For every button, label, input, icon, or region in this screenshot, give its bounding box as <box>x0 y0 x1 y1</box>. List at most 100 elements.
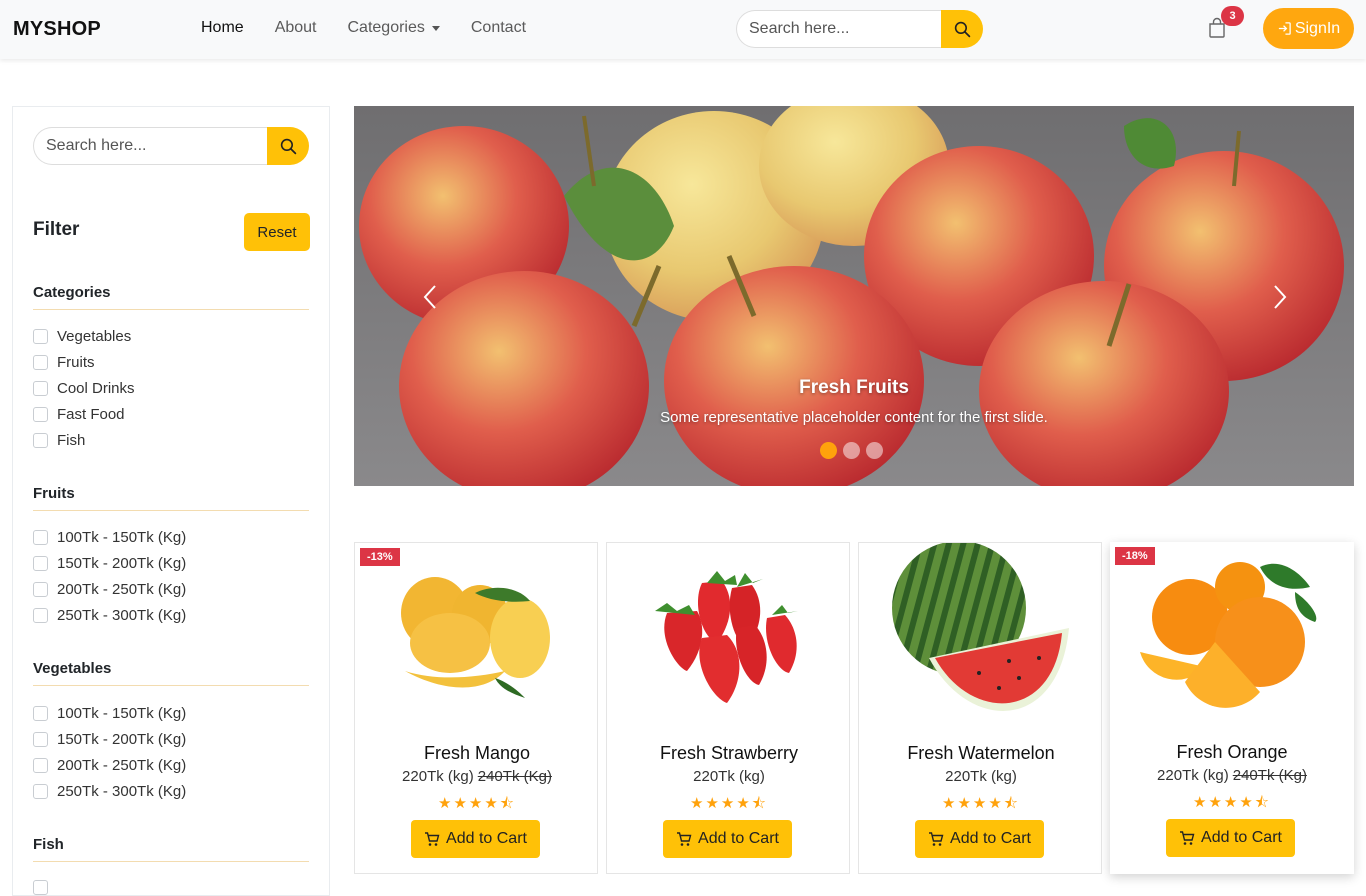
price: 220Tk (kg) <box>693 768 765 785</box>
filter-option-label: 250Tk - 300Tk (Kg) <box>57 783 187 800</box>
product-name[interactable]: Fresh Orange <box>1110 742 1354 763</box>
add-to-cart-label: Add to Cart <box>698 830 779 847</box>
price: 220Tk (kg) <box>945 768 1017 785</box>
checkbox[interactable] <box>33 329 48 344</box>
carousel-next-icon[interactable] <box>1264 282 1294 312</box>
top-navbar: MYSHOP Home About Categories Contact 3 S… <box>0 0 1366 59</box>
filter-option[interactable]: 250Tk - 300Tk (Kg) <box>33 607 186 624</box>
orange-image <box>1140 562 1317 708</box>
checkbox[interactable] <box>33 758 48 773</box>
filter-option[interactable]: Fast Food <box>33 406 125 423</box>
add-to-cart-label: Add to Cart <box>950 830 1031 847</box>
filter-option[interactable]: Vegetables <box>33 328 131 345</box>
checkbox[interactable] <box>33 784 48 799</box>
filter-option-label: Fruits <box>57 354 95 371</box>
watermelon-image <box>892 543 1069 711</box>
checkbox[interactable] <box>33 407 48 422</box>
old-price: 240Tk (Kg) <box>477 768 552 785</box>
carousel-caption-text: Some representative placeholder content … <box>660 409 1048 426</box>
carousel-caption-title: Fresh Fruits <box>799 377 909 398</box>
old-price: 240Tk (Kg) <box>1232 767 1307 784</box>
add-to-cart-button[interactable]: Add to Cart <box>663 820 792 858</box>
filter-option[interactable]: 250Tk - 300Tk (Kg) <box>33 783 186 800</box>
carousel-dot[interactable] <box>866 442 883 459</box>
filter-option[interactable]: Fish <box>33 432 85 449</box>
checkbox[interactable] <box>33 381 48 396</box>
filter-option[interactable]: Fruits <box>33 354 95 371</box>
rating-stars: ★★★★⯪ <box>1193 794 1271 811</box>
product-name[interactable]: Fresh Watermelon <box>859 743 1101 764</box>
apples-slide-image <box>354 106 1354 486</box>
cart-icon <box>425 831 440 846</box>
add-to-cart-button[interactable]: Add to Cart <box>1166 819 1295 857</box>
filter-option[interactable] <box>33 880 57 895</box>
filter-option[interactable]: Cool Drinks <box>33 380 135 397</box>
product-card: -18% Fresh Orange 220Tk (kg) 240Tk (Kg) ★… <box>1110 542 1354 874</box>
filter-option[interactable]: 100Tk - 150Tk (Kg) <box>33 529 186 546</box>
filter-option[interactable]: 150Tk - 200Tk (Kg) <box>33 555 186 572</box>
add-to-cart-button[interactable]: Add to Cart <box>411 820 540 858</box>
brand-logo[interactable]: MYSHOP <box>13 18 101 41</box>
filter-sidebar: Filter Reset Categories Vegetables Fruit… <box>12 106 330 896</box>
product-name[interactable]: Fresh Strawberry <box>607 743 849 764</box>
filter-option-label: 100Tk - 150Tk (Kg) <box>57 529 187 546</box>
checkbox[interactable] <box>33 556 48 571</box>
hero-carousel: Fresh Fruits Some representative placeho… <box>354 106 1354 486</box>
filter-option[interactable]: 150Tk - 200Tk (Kg) <box>33 731 186 748</box>
price: 220Tk (kg) <box>402 768 474 785</box>
mango-image <box>401 577 550 698</box>
navbar-search <box>736 10 983 48</box>
navbar-search-button[interactable] <box>941 10 983 48</box>
signin-button[interactable]: SignIn <box>1263 8 1354 49</box>
divider <box>33 685 309 686</box>
product-name[interactable]: Fresh Mango <box>355 743 597 764</box>
sidebar-search <box>33 127 309 165</box>
filter-option-label: 150Tk - 200Tk (Kg) <box>57 731 187 748</box>
divider <box>33 510 309 511</box>
add-to-cart-label: Add to Cart <box>446 830 527 847</box>
discount-badge: -13% <box>360 548 400 566</box>
add-to-cart-label: Add to Cart <box>1201 829 1282 846</box>
checkbox[interactable] <box>33 582 48 597</box>
filter-option-label: Fish <box>57 432 86 449</box>
checkbox[interactable] <box>33 732 48 747</box>
rating-stars: ★★★★⯪ <box>438 795 516 812</box>
nav-about[interactable]: About <box>275 19 317 37</box>
filter-option-label: Vegetables <box>57 328 132 345</box>
checkbox[interactable] <box>33 880 48 895</box>
filter-group-title: Fruits <box>33 485 75 502</box>
filter-group-title: Vegetables <box>33 660 112 677</box>
filter-group-title: Fish <box>33 836 64 853</box>
cart-icon <box>929 831 944 846</box>
carousel-dot[interactable] <box>843 442 860 459</box>
sidebar-search-button[interactable] <box>267 127 309 165</box>
filter-group-title: Categories <box>33 284 111 301</box>
carousel-dot[interactable] <box>820 442 837 459</box>
nav-categories-label: Categories <box>347 19 425 36</box>
filter-option-label: 100Tk - 150Tk (Kg) <box>57 705 187 722</box>
checkbox[interactable] <box>33 706 48 721</box>
checkbox[interactable] <box>33 433 48 448</box>
checkbox[interactable] <box>33 530 48 545</box>
checkbox[interactable] <box>33 355 48 370</box>
sidebar-search-input[interactable] <box>33 127 267 165</box>
checkbox[interactable] <box>33 608 48 623</box>
navbar-search-input[interactable] <box>736 10 941 48</box>
filter-option-label: 200Tk - 250Tk (Kg) <box>57 757 187 774</box>
reset-button[interactable]: Reset <box>244 213 310 251</box>
filter-option-label: Fast Food <box>57 406 125 423</box>
filter-option[interactable]: 100Tk - 150Tk (Kg) <box>33 705 186 722</box>
divider <box>33 861 309 862</box>
product-price: 220Tk (kg) 240Tk (Kg) <box>355 768 597 785</box>
carousel-prev-icon[interactable] <box>416 282 446 312</box>
carousel-indicators <box>820 442 883 459</box>
filter-option[interactable]: 200Tk - 250Tk (Kg) <box>33 581 186 598</box>
filter-option[interactable]: 200Tk - 250Tk (Kg) <box>33 757 186 774</box>
nav-contact[interactable]: Contact <box>471 19 526 37</box>
filter-option-label: 150Tk - 200Tk (Kg) <box>57 555 187 572</box>
add-to-cart-button[interactable]: Add to Cart <box>915 820 1044 858</box>
cart-icon <box>677 831 692 846</box>
filter-option-label: 250Tk - 300Tk (Kg) <box>57 607 187 624</box>
nav-home[interactable]: Home <box>201 19 244 37</box>
nav-categories-dropdown[interactable]: Categories <box>348 19 440 37</box>
